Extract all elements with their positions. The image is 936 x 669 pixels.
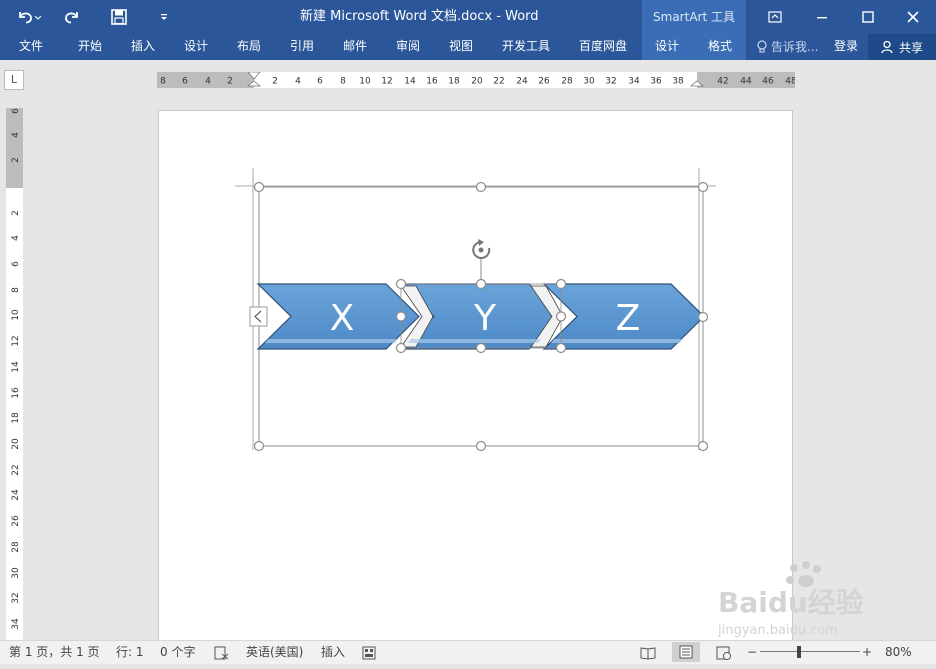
watermark-url: jingyan.baidu.com — [718, 623, 838, 638]
status-bar: 第 1 页，共 1 页 行: 1 0 个字 英语(美国) 插入 − + 80% — [0, 640, 936, 664]
read-mode-button[interactable] — [640, 645, 656, 660]
zoom-slider-track[interactable] — [760, 651, 860, 652]
gloss-highlight — [551, 339, 683, 343]
macro-record-icon[interactable] — [362, 645, 376, 660]
print-layout-icon — [679, 645, 693, 659]
text-pane-toggle[interactable] — [249, 306, 268, 327]
web-layout-button[interactable] — [716, 645, 732, 660]
zoom-in-button[interactable]: + — [862, 641, 872, 663]
language-indicator[interactable]: 英语(美国) — [246, 641, 303, 663]
zoom-level[interactable]: 80% — [885, 641, 912, 663]
word-count[interactable]: 0 个字 — [160, 641, 195, 663]
shape-text-x[interactable]: X — [330, 298, 355, 339]
line-number: 行: 1 — [116, 645, 144, 659]
print-layout-button[interactable] — [672, 642, 700, 662]
read-mode-icon — [640, 647, 656, 660]
zoom-out-button[interactable]: − — [747, 641, 757, 663]
baidu-jingyan-watermark: Baidu经验 jingyan.baidu.com — [718, 561, 864, 638]
page-count[interactable]: 第 1 页，共 1 页 — [9, 641, 100, 663]
rotate-handle-icon[interactable] — [472, 239, 491, 259]
gloss-highlight — [265, 339, 398, 343]
web-layout-icon — [716, 646, 731, 660]
shape-text-z[interactable]: Z — [616, 298, 641, 339]
zoom-slider-thumb[interactable] — [797, 646, 801, 658]
shape-text-y[interactable]: Y — [473, 298, 497, 339]
insert-mode-indicator[interactable]: 插入 — [321, 641, 345, 663]
watermark-brand: Baidu经验 — [718, 586, 864, 619]
gloss-highlight — [408, 339, 541, 343]
paw-logo — [786, 561, 821, 587]
proofing-icon[interactable] — [214, 645, 230, 660]
